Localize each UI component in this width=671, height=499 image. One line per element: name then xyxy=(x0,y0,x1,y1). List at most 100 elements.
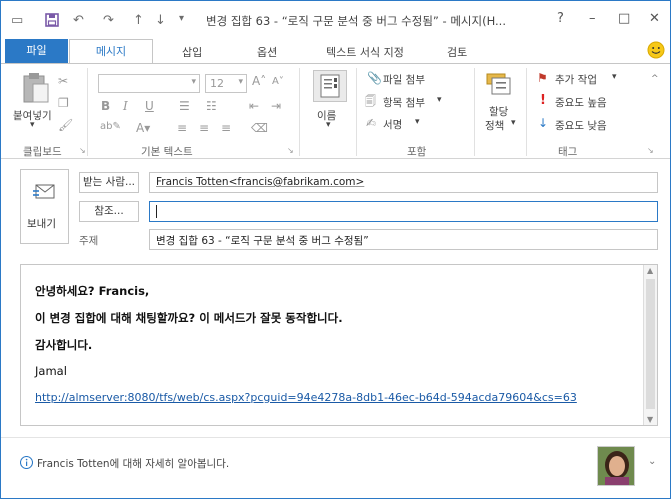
underline-icon[interactable]: U xyxy=(145,99,154,113)
message-window: ▭ ↶ ↷ ↑ ↓ ▾ 변경 집합 63 - “로직 구문 분석 중 버그 수정… xyxy=(0,0,671,499)
attach-item-dropdown-icon[interactable]: ▾ xyxy=(437,95,442,105)
attach-item-button[interactable]: 항목 첨부 xyxy=(383,95,425,110)
minimize-icon[interactable]: – xyxy=(589,11,596,26)
cc-field[interactable] xyxy=(149,201,658,222)
to-field-value: Francis Totten<francis@fabrikam.com> xyxy=(156,176,365,188)
title-bar: ▭ ↶ ↷ ↑ ↓ ▾ 변경 집합 63 - “로직 구문 분석 중 버그 수정… xyxy=(1,1,670,39)
scroll-down-icon[interactable]: ▼ xyxy=(647,415,653,424)
info-icon xyxy=(19,455,34,472)
paste-icon[interactable] xyxy=(21,72,51,107)
shrink-font-icon[interactable]: A˅ xyxy=(272,76,284,87)
scrollbar-thumb[interactable] xyxy=(646,279,655,409)
body-link[interactable]: http://almserver:8080/tfs/web/cs.aspx?pc… xyxy=(35,391,577,404)
align-left-icon[interactable]: ≡ xyxy=(177,121,187,135)
scroll-up-icon[interactable]: ▲ xyxy=(647,266,653,275)
restore-icon[interactable]: □ xyxy=(618,11,630,26)
policy-label-line2[interactable]: 정책 xyxy=(485,118,504,133)
clipboard-launcher-icon[interactable]: ↘ xyxy=(79,146,86,155)
send-icon xyxy=(33,182,57,205)
highlight-icon[interactable]: ab✎ xyxy=(100,121,121,132)
separator xyxy=(87,68,88,156)
follow-up-dropdown-icon[interactable]: ▾ xyxy=(612,72,617,82)
separator xyxy=(299,68,300,156)
body-greeting: 안녕하세요? Francis, xyxy=(35,284,150,298)
align-right-icon[interactable]: ≡ xyxy=(221,121,231,135)
to-button[interactable]: 받는 사람... xyxy=(79,172,139,193)
names-dropdown-icon[interactable]: ▾ xyxy=(326,120,331,130)
increase-indent-icon[interactable]: ⇥ xyxy=(271,99,281,113)
tags-launcher-icon[interactable]: ↘ xyxy=(647,146,654,155)
cut-icon[interactable]: ✂ xyxy=(58,74,68,88)
policy-dropdown-icon[interactable]: ▾ xyxy=(511,118,516,128)
high-importance-button[interactable]: 중요도 높음 xyxy=(555,95,607,110)
tab-options[interactable]: 옵션 xyxy=(257,44,277,60)
tab-message[interactable]: 메시지 xyxy=(69,39,153,65)
message-icon[interactable]: ▭ xyxy=(11,13,23,28)
separator xyxy=(474,68,475,156)
subject-field-value: 변경 집합 63 - “로직 구문 분석 중 버그 수정됨” xyxy=(156,235,369,247)
copy-icon[interactable]: ❐ xyxy=(58,96,69,110)
to-field[interactable]: Francis Totten<francis@fabrikam.com> xyxy=(149,172,658,193)
decrease-indent-icon[interactable]: ⇤ xyxy=(249,99,259,113)
clear-format-icon[interactable]: ⌫ xyxy=(251,121,268,135)
format-painter-icon[interactable]: 🖌 xyxy=(58,118,73,132)
help-icon[interactable]: ? xyxy=(557,11,564,26)
address-book-icon[interactable] xyxy=(313,70,347,102)
numbering-icon[interactable]: ☷ xyxy=(206,99,217,113)
tab-review[interactable]: 검토 xyxy=(447,44,467,60)
ribbon-tabs: 파일 메시지 삽입 옵션 텍스트 서식 지정 검토 xyxy=(1,39,670,65)
policy-label-line1[interactable]: 할당 xyxy=(489,104,508,119)
signature-button[interactable]: 서명 xyxy=(383,117,402,132)
tab-insert[interactable]: 삽입 xyxy=(182,44,202,60)
basic-text-launcher-icon[interactable]: ↘ xyxy=(287,146,294,155)
policy-icon[interactable] xyxy=(485,68,515,101)
cc-button[interactable]: 참조... xyxy=(79,201,139,222)
signature-dropdown-icon[interactable]: ▾ xyxy=(415,117,420,127)
down-icon[interactable]: ↓ xyxy=(155,13,166,28)
send-button[interactable]: 보내기 xyxy=(20,169,69,244)
avatar[interactable] xyxy=(597,446,635,486)
tags-group-label: 태그 xyxy=(558,146,578,158)
smiley-icon[interactable] xyxy=(647,41,665,62)
tab-format-text[interactable]: 텍스트 서식 지정 xyxy=(326,44,404,60)
save-icon[interactable] xyxy=(45,13,59,31)
follow-up-button[interactable]: 추가 작업 xyxy=(555,72,597,87)
paste-dropdown-icon[interactable]: ▾ xyxy=(30,120,35,130)
italic-icon[interactable]: I xyxy=(123,99,128,113)
bullets-icon[interactable]: ☰ xyxy=(179,99,190,113)
message-body[interactable]: 안녕하세요? Francis, 이 변경 집합에 대해 채팅할까요? 이 메서드… xyxy=(20,264,658,426)
redo-icon[interactable]: ↷ xyxy=(103,13,114,28)
bold-icon[interactable]: B xyxy=(101,99,110,113)
grow-font-icon[interactable]: A˄ xyxy=(252,74,266,88)
tab-file[interactable]: 파일 xyxy=(5,39,68,64)
subject-label: 주제 xyxy=(79,235,99,247)
separator xyxy=(356,68,357,156)
expand-people-pane-icon[interactable]: ⌄ xyxy=(648,456,656,467)
up-icon[interactable]: ↑ xyxy=(133,13,144,28)
clipboard-group-label: 클립보드 xyxy=(23,146,62,158)
body-signature: Jamal xyxy=(35,364,67,378)
text-cursor xyxy=(156,205,157,218)
basic-text-group-label: 기본 텍스트 xyxy=(141,146,193,158)
font-size-box[interactable]: 12 ▾ xyxy=(205,74,247,93)
attach-item-icon: 🗐 xyxy=(365,95,376,108)
flag-icon: ⚑ xyxy=(537,71,548,85)
signature-icon: ✍ xyxy=(366,116,377,130)
align-center-icon[interactable]: ≡ xyxy=(199,121,209,135)
font-name-box[interactable]: ▾ xyxy=(98,74,200,93)
low-importance-icon: ↓ xyxy=(538,116,549,130)
customize-icon[interactable]: ▾ xyxy=(179,13,184,24)
body-scrollbar[interactable]: ▲ ▼ xyxy=(643,265,657,425)
attach-file-button[interactable]: 파일 첨부 xyxy=(383,72,425,87)
ribbon: 붙여넣기 ▾ ✂ ❐ 🖌 클립보드 ↘ ▾ 12 ▾ A˄ A˅ B I U ☰ … xyxy=(1,63,670,159)
font-color-icon[interactable]: A▾ xyxy=(136,121,150,135)
close-icon[interactable]: ✕ xyxy=(649,11,660,26)
low-importance-button[interactable]: 중요도 낮음 xyxy=(555,118,607,133)
undo-icon[interactable]: ↶ xyxy=(73,13,84,28)
collapse-ribbon-icon[interactable]: ^ xyxy=(651,74,659,84)
people-pane: Francis Totten에 대해 자세히 알아봅니다. ⌄ xyxy=(1,437,670,498)
people-info-text[interactable]: Francis Totten에 대해 자세히 알아봅니다. xyxy=(37,456,229,471)
include-group-label: 포함 xyxy=(407,146,427,158)
subject-field[interactable]: 변경 집합 63 - “로직 구문 분석 중 버그 수정됨” xyxy=(149,229,658,250)
high-importance-icon: ! xyxy=(540,93,546,108)
